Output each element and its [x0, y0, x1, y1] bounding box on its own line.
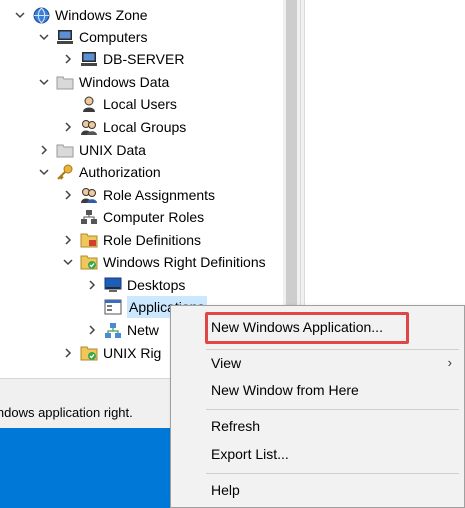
tree-item-authorization[interactable]: Authorization — [38, 161, 161, 183]
chevron-right-icon[interactable] — [62, 229, 74, 251]
tree-item-label: Desktops — [127, 277, 186, 293]
menu-separator — [206, 473, 459, 474]
server-computer-icon — [80, 50, 98, 68]
rights-folder-icon — [80, 344, 98, 362]
tree-item-label: UNIX Data — [79, 142, 146, 158]
chevron-down-icon[interactable] — [38, 71, 50, 93]
folder-icon — [56, 141, 74, 159]
tree-item-role-assignments[interactable]: Role Assignments — [62, 184, 215, 206]
tree-item-computers[interactable]: Computers — [38, 26, 147, 48]
tree-item-unix-data[interactable]: UNIX Data — [38, 139, 146, 161]
role-assignment-icon — [80, 186, 98, 204]
application-icon — [104, 298, 122, 316]
user-icon — [80, 95, 98, 113]
tree-item-windows-zone[interactable]: Windows Zone — [14, 4, 148, 26]
tree-item-label: Local Groups — [103, 119, 187, 135]
tree-item-unix-right-definitions[interactable]: UNIX Rig — [62, 342, 161, 364]
chevron-down-icon[interactable] — [38, 161, 50, 183]
rights-folder-icon — [80, 253, 98, 271]
network-icon — [104, 321, 122, 339]
status-text: indows application right. — [0, 405, 133, 420]
tree-item-label: Netw — [127, 322, 159, 338]
tree-item-windows-right-definitions[interactable]: Windows Right Definitions — [62, 251, 266, 273]
tree-item-windows-data[interactable]: Windows Data — [38, 71, 169, 93]
chevron-right-icon[interactable] — [62, 48, 74, 70]
tree-item-label: Role Assignments — [103, 187, 216, 203]
group-icon — [80, 118, 98, 136]
menu-item-label: Help — [211, 482, 240, 498]
tree-item-label: DB-SERVER — [103, 51, 185, 67]
context-menu: New Windows Application... View › New Wi… — [170, 305, 465, 508]
tree-item-role-definitions[interactable]: Role Definitions — [62, 229, 201, 251]
tree-item-label: Windows Right Definitions — [103, 254, 266, 270]
folder-icon — [56, 73, 74, 91]
tree-item-local-groups[interactable]: Local Groups — [62, 116, 186, 138]
chevron-right-icon[interactable] — [62, 342, 74, 364]
desktop-icon — [104, 276, 122, 294]
globe-icon — [32, 6, 50, 24]
tree-item-label: Windows Data — [79, 74, 170, 90]
computer-roles-icon — [80, 208, 98, 226]
tree-item-computer-roles[interactable]: Computer Roles — [74, 206, 204, 228]
role-definition-folder-icon — [80, 231, 98, 249]
tree-item-label: Windows Zone — [55, 7, 148, 23]
chevron-down-icon[interactable] — [38, 26, 50, 48]
tree-item-db-server[interactable]: DB-SERVER — [62, 48, 184, 70]
tree-item-label: Local Users — [103, 96, 177, 112]
tree-scrollbar-thumb[interactable] — [286, 0, 297, 305]
chevron-right-icon[interactable] — [62, 184, 74, 206]
tree-item-local-users[interactable]: Local Users — [74, 93, 177, 115]
chevron-right-icon: › — [447, 355, 452, 370]
menu-item-refresh[interactable]: Refresh — [171, 413, 465, 439]
menu-item-new-window-from-here[interactable]: New Window from Here — [171, 377, 465, 403]
menu-item-label: New Window from Here — [211, 382, 359, 398]
menu-item-view[interactable]: View › — [171, 350, 465, 376]
menu-item-export-list[interactable]: Export List... — [171, 441, 465, 467]
tree-item-label: Role Definitions — [103, 232, 202, 248]
chevron-right-icon[interactable] — [62, 116, 74, 138]
chevron-right-icon[interactable] — [38, 139, 50, 161]
computer-icon — [56, 28, 74, 46]
tree-item-label: UNIX Rig — [103, 345, 162, 361]
tree-item-desktops[interactable]: Desktops — [86, 274, 185, 296]
tree-item-label: Computer Roles — [103, 209, 205, 225]
tree-item-label: Computers — [79, 29, 148, 45]
chevron-down-icon[interactable] — [14, 4, 26, 26]
menu-item-label: View — [211, 355, 242, 371]
menu-item-help[interactable]: Help — [171, 477, 465, 503]
key-icon — [56, 163, 74, 181]
chevron-right-icon[interactable] — [86, 274, 98, 296]
menu-separator — [206, 409, 459, 410]
tree-item-label: Authorization — [79, 164, 161, 180]
chevron-down-icon[interactable] — [62, 251, 74, 273]
menu-item-label: Refresh — [211, 418, 261, 434]
chevron-right-icon[interactable] — [86, 319, 98, 341]
tree-item-network[interactable]: Netw — [86, 319, 159, 341]
callout-highlight — [205, 312, 409, 344]
menu-item-label: Export List... — [211, 446, 289, 462]
